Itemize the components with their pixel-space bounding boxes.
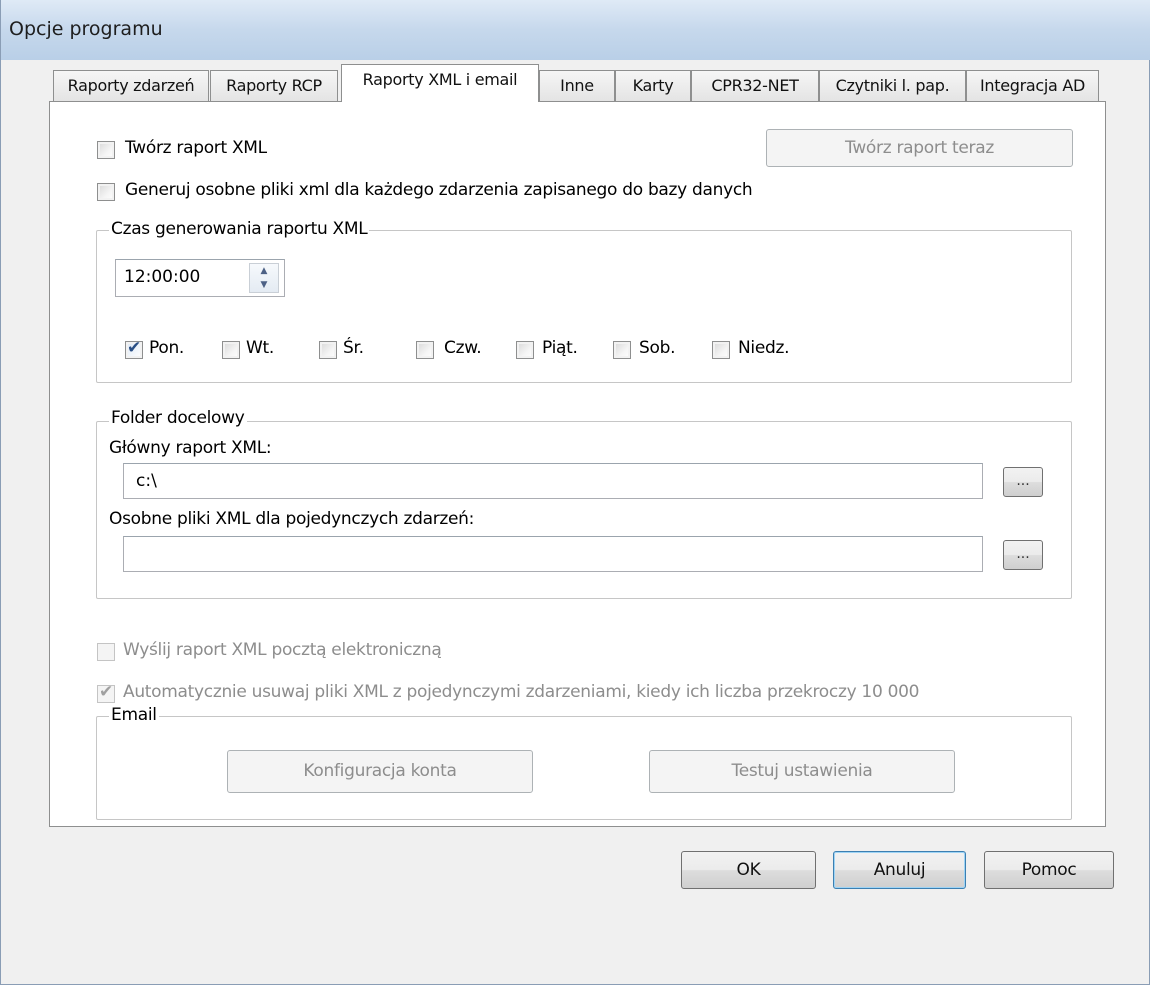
tab-integracja-ad[interactable]: Integracja AD [966, 70, 1099, 101]
cancel-button[interactable]: Anuluj [833, 851, 966, 889]
day-checkbox-pon[interactable]: ✔ [125, 338, 143, 359]
spin-down-icon[interactable]: ▼ [250, 278, 278, 292]
day-checkbox-sr[interactable] [319, 341, 337, 359]
time-value: 12:00:00 [124, 267, 201, 287]
ok-button[interactable]: OK [681, 851, 816, 889]
single-files-browse-button[interactable]: ... [1003, 540, 1043, 570]
spin-up-icon[interactable]: ▲ [250, 264, 278, 278]
day-label-piat: Piąt. [542, 338, 578, 358]
folder-legend: Folder docelowy [109, 408, 247, 428]
create-report-now-button[interactable]: Twórz raport teraz [766, 129, 1073, 167]
main-report-browse-button[interactable]: ... [1003, 467, 1043, 497]
tab-karty[interactable]: Karty [615, 70, 691, 101]
tab-inne[interactable]: Inne [539, 70, 615, 101]
main-report-label: Główny raport XML: [109, 438, 272, 458]
auto-delete-checkbox[interactable]: ✔ [97, 682, 115, 703]
auto-delete-label: Automatycznie usuwaj pliki XML z pojedyn… [123, 682, 920, 702]
send-email-label: Wyślij raport XML pocztą elektroniczną [123, 640, 442, 660]
schedule-group [96, 230, 1072, 383]
title-bar[interactable]: Opcje programu [1, 0, 1150, 60]
day-checkbox-piat[interactable] [516, 341, 534, 359]
account-config-button[interactable]: Konfiguracja konta [227, 750, 533, 793]
separate-files-label: Generuj osobne pliki xml dla każdego zda… [125, 180, 753, 200]
tab-raporty-rcp[interactable]: Raporty RCP [210, 70, 338, 101]
send-email-checkbox[interactable] [97, 643, 115, 661]
tab-czytniki[interactable]: Czytniki l. pap. [819, 70, 966, 101]
test-settings-button[interactable]: Testuj ustawienia [649, 750, 955, 793]
schedule-legend: Czas generowania raportu XML [109, 219, 370, 239]
day-label-czw: Czw. [444, 338, 482, 358]
day-checkbox-wt[interactable] [222, 341, 240, 359]
separate-files-checkbox[interactable] [97, 183, 115, 201]
day-label-pon: Pon. [149, 338, 185, 358]
single-files-path-input[interactable] [123, 536, 983, 572]
day-label-niedz: Niedz. [738, 338, 790, 358]
day-label-sr: Śr. [343, 338, 364, 358]
time-spinner[interactable]: ▲ ▼ [249, 263, 279, 293]
day-checkbox-czw[interactable] [416, 341, 434, 359]
day-label-sob: Sob. [639, 338, 676, 358]
tab-raporty-xml-i-email[interactable]: Raporty XML i email [341, 64, 539, 102]
single-files-label: Osobne pliki XML dla pojedynczych zdarze… [109, 509, 475, 529]
window-title: Opcje programu [9, 18, 163, 40]
checkmark-icon: ✔ [99, 682, 114, 702]
create-xml-report-label: Twórz raport XML [125, 138, 267, 158]
help-button[interactable]: Pomoc [984, 851, 1114, 889]
options-dialog: Opcje programu Raporty zdarzeń Raporty R… [0, 0, 1150, 985]
create-xml-report-checkbox[interactable] [97, 141, 115, 159]
tab-raporty-zdarzen[interactable]: Raporty zdarzeń [53, 70, 209, 101]
main-report-path-input[interactable]: c:\ [123, 463, 983, 499]
day-checkbox-niedz[interactable] [712, 341, 730, 359]
day-checkbox-sob[interactable] [613, 341, 631, 359]
day-label-wt: Wt. [246, 338, 274, 358]
tab-cpr32-net[interactable]: CPR32-NET [691, 70, 819, 101]
email-legend: Email [109, 705, 159, 725]
checkmark-icon: ✔ [127, 338, 142, 358]
